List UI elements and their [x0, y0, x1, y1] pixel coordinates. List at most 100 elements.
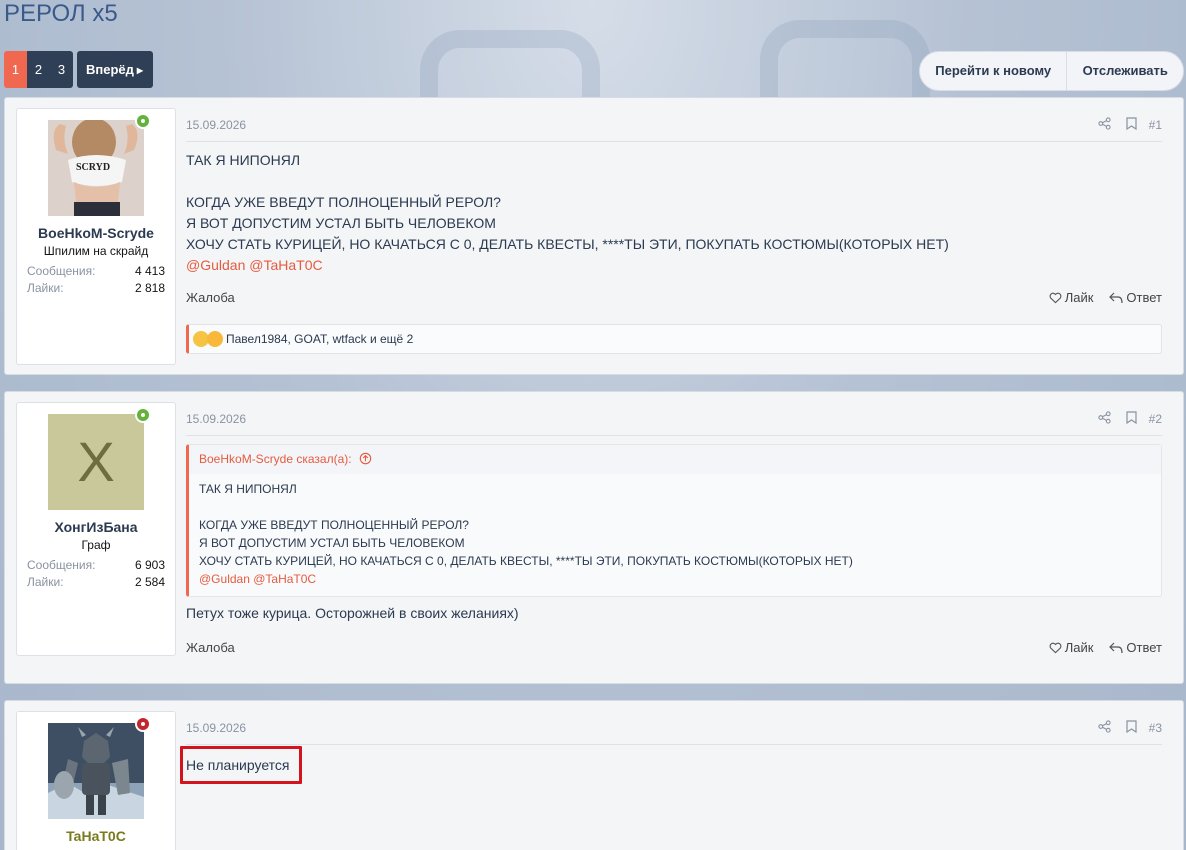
user-cell: SCRYD BoeHkoM-Scryde Шпилим на скрайд Со… — [16, 108, 176, 365]
post-header: 15.09.2026 #2 — [186, 402, 1162, 436]
avatar[interactable]: SCRYD — [48, 120, 144, 216]
bookmark-icon[interactable] — [1118, 116, 1145, 133]
user-mention-link[interactable]: @Guldan — [186, 257, 245, 273]
next-page-button[interactable]: Вперёд ▶ — [77, 51, 154, 88]
page-link-1[interactable]: 1 — [4, 51, 27, 88]
heart-icon — [1049, 292, 1062, 303]
user-mention-link[interactable]: @TaHaT0C — [253, 572, 316, 586]
post-footer: Жалоба Лайк Ответ — [186, 290, 1162, 305]
post-tools: #3 — [1091, 719, 1162, 736]
stat-label: Лайки: — [27, 575, 64, 589]
post-2: X ХонгИзБана Граф Сообщения: 6 903 Лайки… — [4, 391, 1184, 684]
share-icon[interactable] — [1091, 410, 1118, 427]
report-link[interactable]: Жалоба — [186, 640, 235, 655]
post-date[interactable]: 15.09.2026 — [186, 720, 246, 735]
post-footer-actions: Лайк Ответ — [1049, 290, 1162, 305]
user-mention-link[interactable]: @Guldan — [199, 572, 250, 586]
report-link[interactable]: Жалоба — [186, 290, 235, 305]
user-title: Шпилим на скрайд — [43, 244, 149, 258]
quote-text-line — [199, 498, 1151, 516]
reply-button[interactable]: Ответ — [1109, 290, 1162, 305]
like-label: Лайк — [1064, 640, 1094, 655]
post-body: Петух тоже курица. Осторожней в своих же… — [186, 603, 1162, 624]
online-status-icon — [135, 407, 151, 423]
thread-actions: Перейти к новому Отслеживать — [919, 51, 1184, 91]
highlight-annotation-box — [180, 746, 302, 784]
post-number[interactable]: #1 — [1149, 118, 1162, 132]
stat-value: 2 584 — [134, 575, 165, 589]
post-date[interactable]: 15.09.2026 — [186, 117, 246, 132]
reactions-bar[interactable]: Павел1984, GOAT, wtfack и ещё 2 — [186, 324, 1162, 354]
post-3: TaHaT0C 15.09.2026 #3 Не планируется — [4, 700, 1184, 850]
share-icon[interactable] — [1091, 116, 1118, 133]
avatar-photo-icon: SCRYD — [48, 120, 144, 216]
watch-thread-button[interactable]: Отслеживать — [1067, 52, 1183, 90]
stat-likes: Лайки: 2 584 — [27, 575, 165, 589]
bookmark-icon[interactable] — [1118, 719, 1145, 736]
like-button[interactable]: Лайк — [1049, 640, 1094, 655]
bookmark-icon[interactable] — [1118, 410, 1145, 427]
stat-value: 6 903 — [134, 558, 165, 572]
post-date[interactable]: 15.09.2026 — [186, 411, 246, 426]
go-to-new-button[interactable]: Перейти к новому — [920, 52, 1068, 90]
avatar[interactable] — [48, 723, 144, 819]
avatar-warrior-icon — [48, 723, 144, 819]
username[interactable]: TaHaT0C — [17, 828, 175, 844]
username[interactable]: BoeHkoM-Scryde — [17, 225, 175, 241]
share-icon[interactable] — [1091, 719, 1118, 736]
post-footer-actions: Лайк Ответ — [1049, 640, 1162, 655]
reply-arrow-icon — [1109, 292, 1124, 303]
post-text-line: Не планируется — [186, 757, 290, 773]
post-tools: #2 — [1091, 410, 1162, 427]
post-text-line: Петух тоже курица. Осторожней в своих же… — [186, 605, 519, 621]
user-mention-link[interactable]: @TaHaT0C — [249, 257, 322, 273]
post-text-line: ХОЧУ СТАТЬ КУРИЦЕЙ, НО КАЧАТЬСЯ С 0, ДЕЛ… — [186, 236, 949, 252]
post-content: 15.09.2026 #3 Не планируется — [186, 711, 1162, 776]
quote-text-line: Я ВОТ ДОПУСТИМ УСТАЛ БЫТЬ ЧЕЛОВЕКОМ — [199, 536, 465, 550]
user-cell: TaHaT0C — [16, 711, 176, 850]
next-page-label: Вперёд — [86, 62, 134, 77]
svg-text:SCRYD: SCRYD — [76, 162, 110, 173]
stat-value: 4 413 — [134, 264, 165, 278]
quote-text-line: ХОЧУ СТАТЬ КУРИЦЕЙ, НО КАЧАТЬСЯ С 0, ДЕЛ… — [199, 554, 853, 568]
post-content: 15.09.2026 #2 BoeHkoM-Scryde сказал(а): — [186, 402, 1162, 672]
stat-label: Сообщения: — [27, 264, 96, 278]
reply-label: Ответ — [1126, 290, 1162, 305]
stat-label: Сообщения: — [27, 558, 96, 572]
quote-body: ТАК Я НИПОНЯЛ КОГДА УЖЕ ВВЕДУТ ПОЛНОЦЕНН… — [189, 474, 1161, 596]
avatar[interactable]: X — [48, 414, 144, 510]
post-body: ТАК Я НИПОНЯЛ КОГДА УЖЕ ВВЕДУТ ПОЛНОЦЕНН… — [186, 150, 1162, 276]
quote-author[interactable]: BoeHkoM-Scryde сказал(а): — [199, 452, 352, 466]
mentions-line: @Guldan @TaHaT0C — [199, 570, 1151, 588]
page-link-3[interactable]: 3 — [50, 51, 73, 88]
stat-value: 2 818 — [134, 281, 165, 295]
post-text-line: Я ВОТ ДОПУСТИМ УСТАЛ БЫТЬ ЧЕЛОВЕКОМ — [186, 215, 496, 231]
post-content: 15.09.2026 #1 ТАК Я НИПОНЯЛ КОГДА УЖЕ ВВ… — [186, 108, 1162, 366]
reply-button[interactable]: Ответ — [1109, 640, 1162, 655]
offline-status-icon — [135, 716, 151, 732]
post-footer: Жалоба Лайк Ответ — [186, 640, 1162, 655]
quote-text-line: КОГДА УЖЕ ВВЕДУТ ПОЛНОЦЕННЫЙ РЕРОЛ? — [199, 518, 469, 532]
like-button[interactable]: Лайк — [1049, 290, 1094, 305]
post-header: 15.09.2026 #3 — [186, 711, 1162, 745]
post-text-line: ТАК Я НИПОНЯЛ — [186, 152, 301, 168]
quote-up-arrow-icon[interactable] — [359, 452, 372, 465]
laugh-reaction-icon — [207, 331, 223, 347]
caret-right-icon: ▶ — [136, 66, 144, 75]
quote-header[interactable]: BoeHkoM-Scryde сказал(а): — [189, 445, 1161, 474]
post-number[interactable]: #2 — [1149, 412, 1162, 426]
stat-likes: Лайки: 2 818 — [27, 281, 165, 295]
page-link-2[interactable]: 2 — [27, 51, 50, 88]
post-number[interactable]: #3 — [1149, 721, 1162, 735]
post-text-line: КОГДА УЖЕ ВВЕДУТ ПОЛНОЦЕННЫЙ РЕРОЛ? — [186, 194, 501, 210]
post-body: Не планируется — [186, 755, 1162, 776]
reply-arrow-icon — [1109, 642, 1124, 653]
quote-block: BoeHkoM-Scryde сказал(а): ТАК Я НИПОНЯЛ … — [186, 444, 1162, 597]
stat-messages: Сообщения: 4 413 — [27, 264, 165, 278]
like-label: Лайк — [1064, 290, 1094, 305]
reply-label: Ответ — [1126, 640, 1162, 655]
reactions-list[interactable]: Павел1984, GOAT, wtfack и ещё 2 — [226, 332, 413, 346]
user-cell: X ХонгИзБана Граф Сообщения: 6 903 Лайки… — [16, 402, 176, 656]
username[interactable]: ХонгИзБана — [17, 519, 175, 535]
avatar-letter: X — [77, 430, 115, 493]
